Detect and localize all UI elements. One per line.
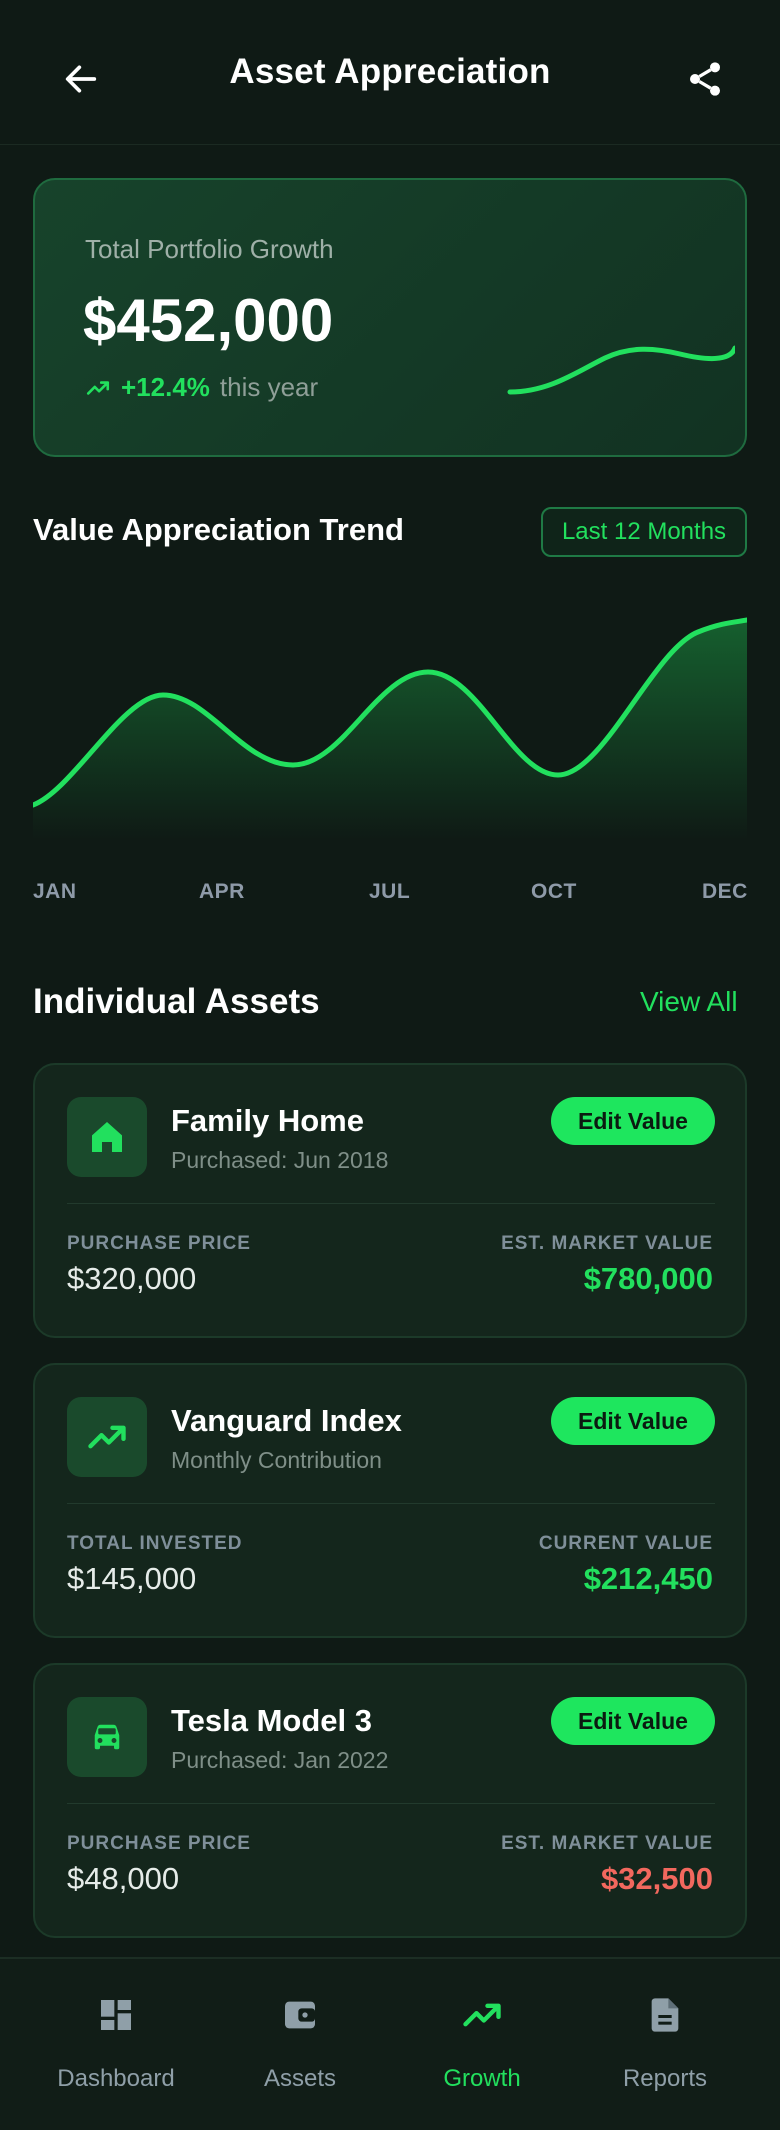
range-selector[interactable]: Last 12 Months	[541, 507, 747, 557]
asset-name: Family Home	[171, 1103, 364, 1138]
trend-title: Value Appreciation Trend	[33, 512, 404, 547]
divider	[67, 1503, 715, 1504]
divider	[67, 1803, 715, 1804]
left-value: $320,000	[67, 1261, 197, 1296]
edit-value-button[interactable]: Edit Value	[551, 1697, 715, 1745]
asset-subtitle: Purchased: Jan 2022	[171, 1747, 389, 1773]
left-value: $48,000	[67, 1861, 180, 1896]
asset-card[interactable]: Tesla Model 3 Purchased: Jan 2022 Edit V…	[33, 1663, 747, 1938]
right-value: $32,500	[600, 1861, 713, 1896]
asset-subtitle: Purchased: Jun 2018	[171, 1147, 389, 1173]
bottom-navigation: Dashboard Assets Growth Reports	[0, 1957, 780, 2130]
asset-card[interactable]: Vanguard Index Monthly Contribution Edit…	[33, 1363, 747, 1638]
right-value: $780,000	[583, 1261, 713, 1296]
summary-label: Total Portfolio Growth	[85, 234, 334, 264]
left-label: PURCHASE PRICE	[67, 1833, 251, 1854]
divider	[67, 1203, 715, 1204]
asset-card[interactable]: Family Home Purchased: Jun 2018 Edit Val…	[33, 1063, 747, 1338]
summary-value: $452,000	[83, 287, 334, 354]
asset-icon-box	[67, 1097, 147, 1177]
nav-item-dashboard[interactable]: Dashboard	[26, 1989, 206, 2093]
month-label: APR	[199, 880, 245, 903]
assets-section-title: Individual Assets	[33, 982, 320, 1021]
right-value: $212,450	[583, 1561, 713, 1596]
right-label: EST. MARKET VALUE	[501, 1233, 713, 1254]
asset-name: Vanguard Index	[171, 1403, 402, 1438]
trending-up-icon	[463, 2003, 501, 2027]
trending-up-icon	[88, 1425, 126, 1449]
change-percent: +12.4%	[121, 372, 210, 402]
wallet-icon	[285, 2001, 315, 2029]
nav-label: Growth	[443, 2065, 521, 2092]
left-label: PURCHASE PRICE	[67, 1233, 251, 1254]
nav-label: Assets	[263, 2065, 337, 2092]
asset-icon-box	[67, 1697, 147, 1777]
share-icon	[690, 62, 720, 96]
trend-area-fill	[33, 620, 747, 840]
month-label: JUL	[369, 880, 411, 903]
trend-area-chart	[33, 617, 747, 840]
asset-subtitle: Monthly Contribution	[171, 1447, 382, 1473]
app-header: Asset Appreciation	[0, 0, 780, 145]
nav-item-reports[interactable]: Reports	[575, 1989, 755, 2093]
left-label: TOTAL INVESTED	[67, 1533, 243, 1554]
arrow-left-icon	[65, 65, 97, 93]
edit-value-button[interactable]: Edit Value	[551, 1397, 715, 1445]
portfolio-summary-card: Total Portfolio Growth $452,000 +12.4% t…	[33, 178, 747, 457]
change-period: this year	[219, 372, 319, 402]
asset-icon-box	[67, 1397, 147, 1477]
edit-value-button[interactable]: Edit Value	[551, 1097, 715, 1145]
nav-label: Reports	[622, 2065, 708, 2092]
share-button[interactable]	[680, 54, 730, 104]
document-icon	[651, 1998, 679, 2032]
car-icon	[94, 1724, 120, 1750]
page-title: Asset Appreciation	[229, 52, 551, 91]
dashboard-icon	[101, 2000, 131, 2030]
summary-change: +12.4% this year	[85, 372, 318, 403]
trending-up-icon	[86, 380, 110, 395]
nav-item-growth[interactable]: Growth	[392, 1989, 572, 2093]
asset-name: Tesla Model 3	[171, 1703, 372, 1738]
nav-item-assets[interactable]: Assets	[210, 1989, 390, 2093]
sparkline-chart	[507, 345, 735, 395]
right-label: EST. MARKET VALUE	[501, 1833, 713, 1854]
nav-label: Dashboard	[57, 2065, 175, 2092]
left-value: $145,000	[67, 1561, 197, 1596]
home-icon	[92, 1122, 122, 1152]
right-label: CURRENT VALUE	[538, 1533, 713, 1554]
back-button[interactable]	[56, 54, 106, 104]
month-label: JAN	[33, 880, 77, 903]
month-label: OCT	[531, 880, 577, 903]
month-label: DEC	[702, 880, 748, 903]
view-all-link[interactable]: View All	[640, 986, 738, 1018]
